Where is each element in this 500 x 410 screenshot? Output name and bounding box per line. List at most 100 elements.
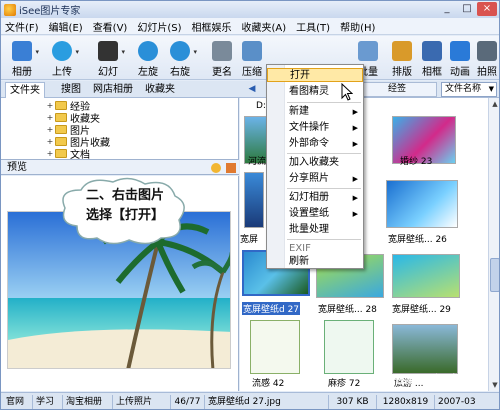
- maximize-button[interactable]: □: [457, 2, 477, 16]
- menu-item-external[interactable]: 外部命令 ▶: [267, 137, 363, 151]
- menu-item-share[interactable]: 分享照片 ▶: [267, 172, 363, 186]
- rotate-right-button[interactable]: 右旋 ▾: [163, 39, 197, 79]
- menu-item-exif[interactable]: EXIF: [267, 242, 363, 256]
- status-filename: 宽屏壁纸d 27.jpg: [205, 395, 329, 409]
- rename-button[interactable]: 更名: [205, 39, 239, 79]
- rotate-left-button[interactable]: 左旋: [131, 39, 165, 79]
- tab-search[interactable]: 搜图: [57, 82, 85, 98]
- detail-view-button[interactable]: 经签: [361, 82, 437, 97]
- thumbnail[interactable]: [250, 320, 300, 374]
- thumbnail[interactable]: [392, 254, 460, 298]
- menu-favorites[interactable]: 收藏夹(A): [242, 19, 287, 34]
- camera-icon: [477, 41, 497, 61]
- layout-label: 排版: [392, 67, 412, 78]
- menu-help[interactable]: 帮助(H): [340, 19, 375, 34]
- minimize-button[interactable]: _: [437, 2, 457, 16]
- slideshow-button[interactable]: 幻灯 ▾: [91, 39, 125, 79]
- dropdown-arrow-icon[interactable]: ▾: [193, 48, 197, 56]
- thumbnail-label: 麻疹 72: [328, 379, 361, 389]
- menu-item-batch[interactable]: 批量处理: [267, 223, 363, 237]
- chart-icon[interactable]: [226, 162, 236, 173]
- tab-folders[interactable]: 文件夹: [5, 82, 45, 98]
- status-count: 46/77: [171, 395, 205, 409]
- submenu-arrow-icon: ▶: [352, 194, 358, 202]
- menu-frame-fun[interactable]: 相框娱乐: [192, 19, 232, 34]
- menu-bar: 文件(F) 编辑(E) 查看(V) 幻灯片(S) 相框娱乐 收藏夹(A) 工具(…: [1, 18, 499, 35]
- tab-favorites[interactable]: 收藏夹: [141, 82, 179, 98]
- camera-button[interactable]: 拍照: [473, 39, 499, 79]
- status-filesize: 307 KB: [329, 395, 377, 409]
- expand-icon[interactable]: +: [45, 113, 55, 122]
- thumbnail-label: 宽屏: [240, 235, 259, 245]
- menu-item-new[interactable]: 新建 ▶: [267, 105, 363, 119]
- scroll-thumb[interactable]: [490, 258, 499, 292]
- submenu-arrow-icon: ▶: [352, 140, 358, 148]
- path-label: D:: [256, 101, 266, 111]
- status-taobao-album-link[interactable]: 淘宝相册: [63, 395, 113, 409]
- toolbar: 相册 ▾ 上传 ▾ 幻灯 ▾ 左旋 右旋 ▾ 更名 压缩 批量 排版 相框 动画…: [1, 36, 499, 80]
- slideshow-icon: [98, 41, 118, 61]
- compress-button[interactable]: 压缩: [235, 39, 269, 79]
- menu-edit[interactable]: 编辑(E): [49, 19, 83, 34]
- menu-item-label: 文件操作: [289, 122, 329, 133]
- expand-icon[interactable]: +: [45, 149, 55, 158]
- menu-item-add-favorite[interactable]: 加入收藏夹: [267, 156, 363, 170]
- menu-item-slide-album[interactable]: 幻灯相册 ▶: [267, 191, 363, 205]
- menu-item-label: 幻灯相册: [289, 192, 329, 203]
- dropdown-arrow-icon[interactable]: ▾: [121, 48, 125, 56]
- upload-button[interactable]: 上传 ▾: [45, 39, 79, 79]
- animation-button[interactable]: 动画: [443, 39, 477, 79]
- status-website-link[interactable]: 官网: [3, 395, 33, 409]
- menu-view[interactable]: 查看(V): [93, 19, 128, 34]
- preview-panel: 二、右击图片 选择【打开】: [1, 176, 239, 391]
- album-button[interactable]: 相册 ▾: [5, 39, 39, 79]
- compress-icon: [242, 41, 262, 61]
- watermark: Baidu经验: [395, 373, 458, 387]
- tab-shop-album[interactable]: 网店相册: [89, 82, 137, 98]
- animation-icon: [450, 41, 470, 61]
- close-button[interactable]: ×: [477, 2, 497, 16]
- thumbnail[interactable]: [244, 172, 264, 228]
- sort-value: 文件名称: [445, 84, 482, 94]
- thumbnail[interactable]: [392, 324, 458, 374]
- menu-item-wallpaper[interactable]: 设置壁纸 ▶: [267, 207, 363, 221]
- layout-button[interactable]: 排版: [385, 39, 419, 79]
- annotation-text: 二、右击图片 选择【打开】: [73, 186, 177, 226]
- menu-item-open[interactable]: 打开: [267, 68, 363, 82]
- thumbnail[interactable]: [386, 180, 458, 228]
- annotation-line-1: 二、右击图片: [85, 188, 164, 203]
- batch-icon: [358, 41, 378, 61]
- menu-item-refresh[interactable]: 刷新: [267, 256, 363, 268]
- expand-icon[interactable]: +: [45, 125, 55, 134]
- scroll-down-icon[interactable]: ▼: [489, 379, 499, 391]
- expand-icon[interactable]: +: [45, 101, 55, 110]
- status-learn-link[interactable]: 学习: [33, 395, 63, 409]
- scroll-up-icon[interactable]: ▲: [489, 98, 499, 110]
- menu-item-label: 分享照片: [289, 173, 329, 184]
- menu-item-file-ops[interactable]: 文件操作 ▶: [267, 121, 363, 135]
- vertical-scrollbar[interactable]: ▲ ▼: [488, 98, 499, 391]
- slideshow-label: 幻灯: [98, 67, 118, 78]
- folder-icon: [55, 124, 67, 134]
- rename-label: 更名: [212, 67, 232, 78]
- sort-select[interactable]: 文件名称 ▼: [441, 82, 497, 97]
- face-icon[interactable]: [211, 162, 222, 173]
- menu-tools[interactable]: 工具(T): [296, 19, 330, 34]
- thumbnail[interactable]: [324, 320, 374, 374]
- menu-file[interactable]: 文件(F): [5, 19, 39, 34]
- folder-tree: + 经验 + 收藏夹 + 图片 + 图片收藏 + 文档: [1, 98, 239, 159]
- chevron-down-icon: ▼: [488, 85, 494, 93]
- tree-item-documents[interactable]: + 文档: [45, 147, 90, 159]
- menu-slideshow[interactable]: 幻灯片(S): [137, 19, 181, 34]
- back-arrow-icon[interactable]: ◀: [245, 83, 259, 96]
- window-title: iSee图片专家: [19, 6, 81, 17]
- dropdown-arrow-icon[interactable]: ▾: [35, 48, 39, 56]
- status-upload-link[interactable]: 上传照片: [113, 395, 171, 409]
- menu-item-label: 刷新: [289, 256, 309, 267]
- expand-icon[interactable]: +: [45, 137, 55, 146]
- submenu-arrow-icon: ▶: [352, 175, 358, 183]
- rotate-left-label: 左旋: [138, 67, 158, 78]
- preview-title: 预览: [7, 162, 27, 173]
- dropdown-arrow-icon[interactable]: ▾: [75, 48, 79, 56]
- annotation-line-2: 选择【打开】: [85, 208, 164, 223]
